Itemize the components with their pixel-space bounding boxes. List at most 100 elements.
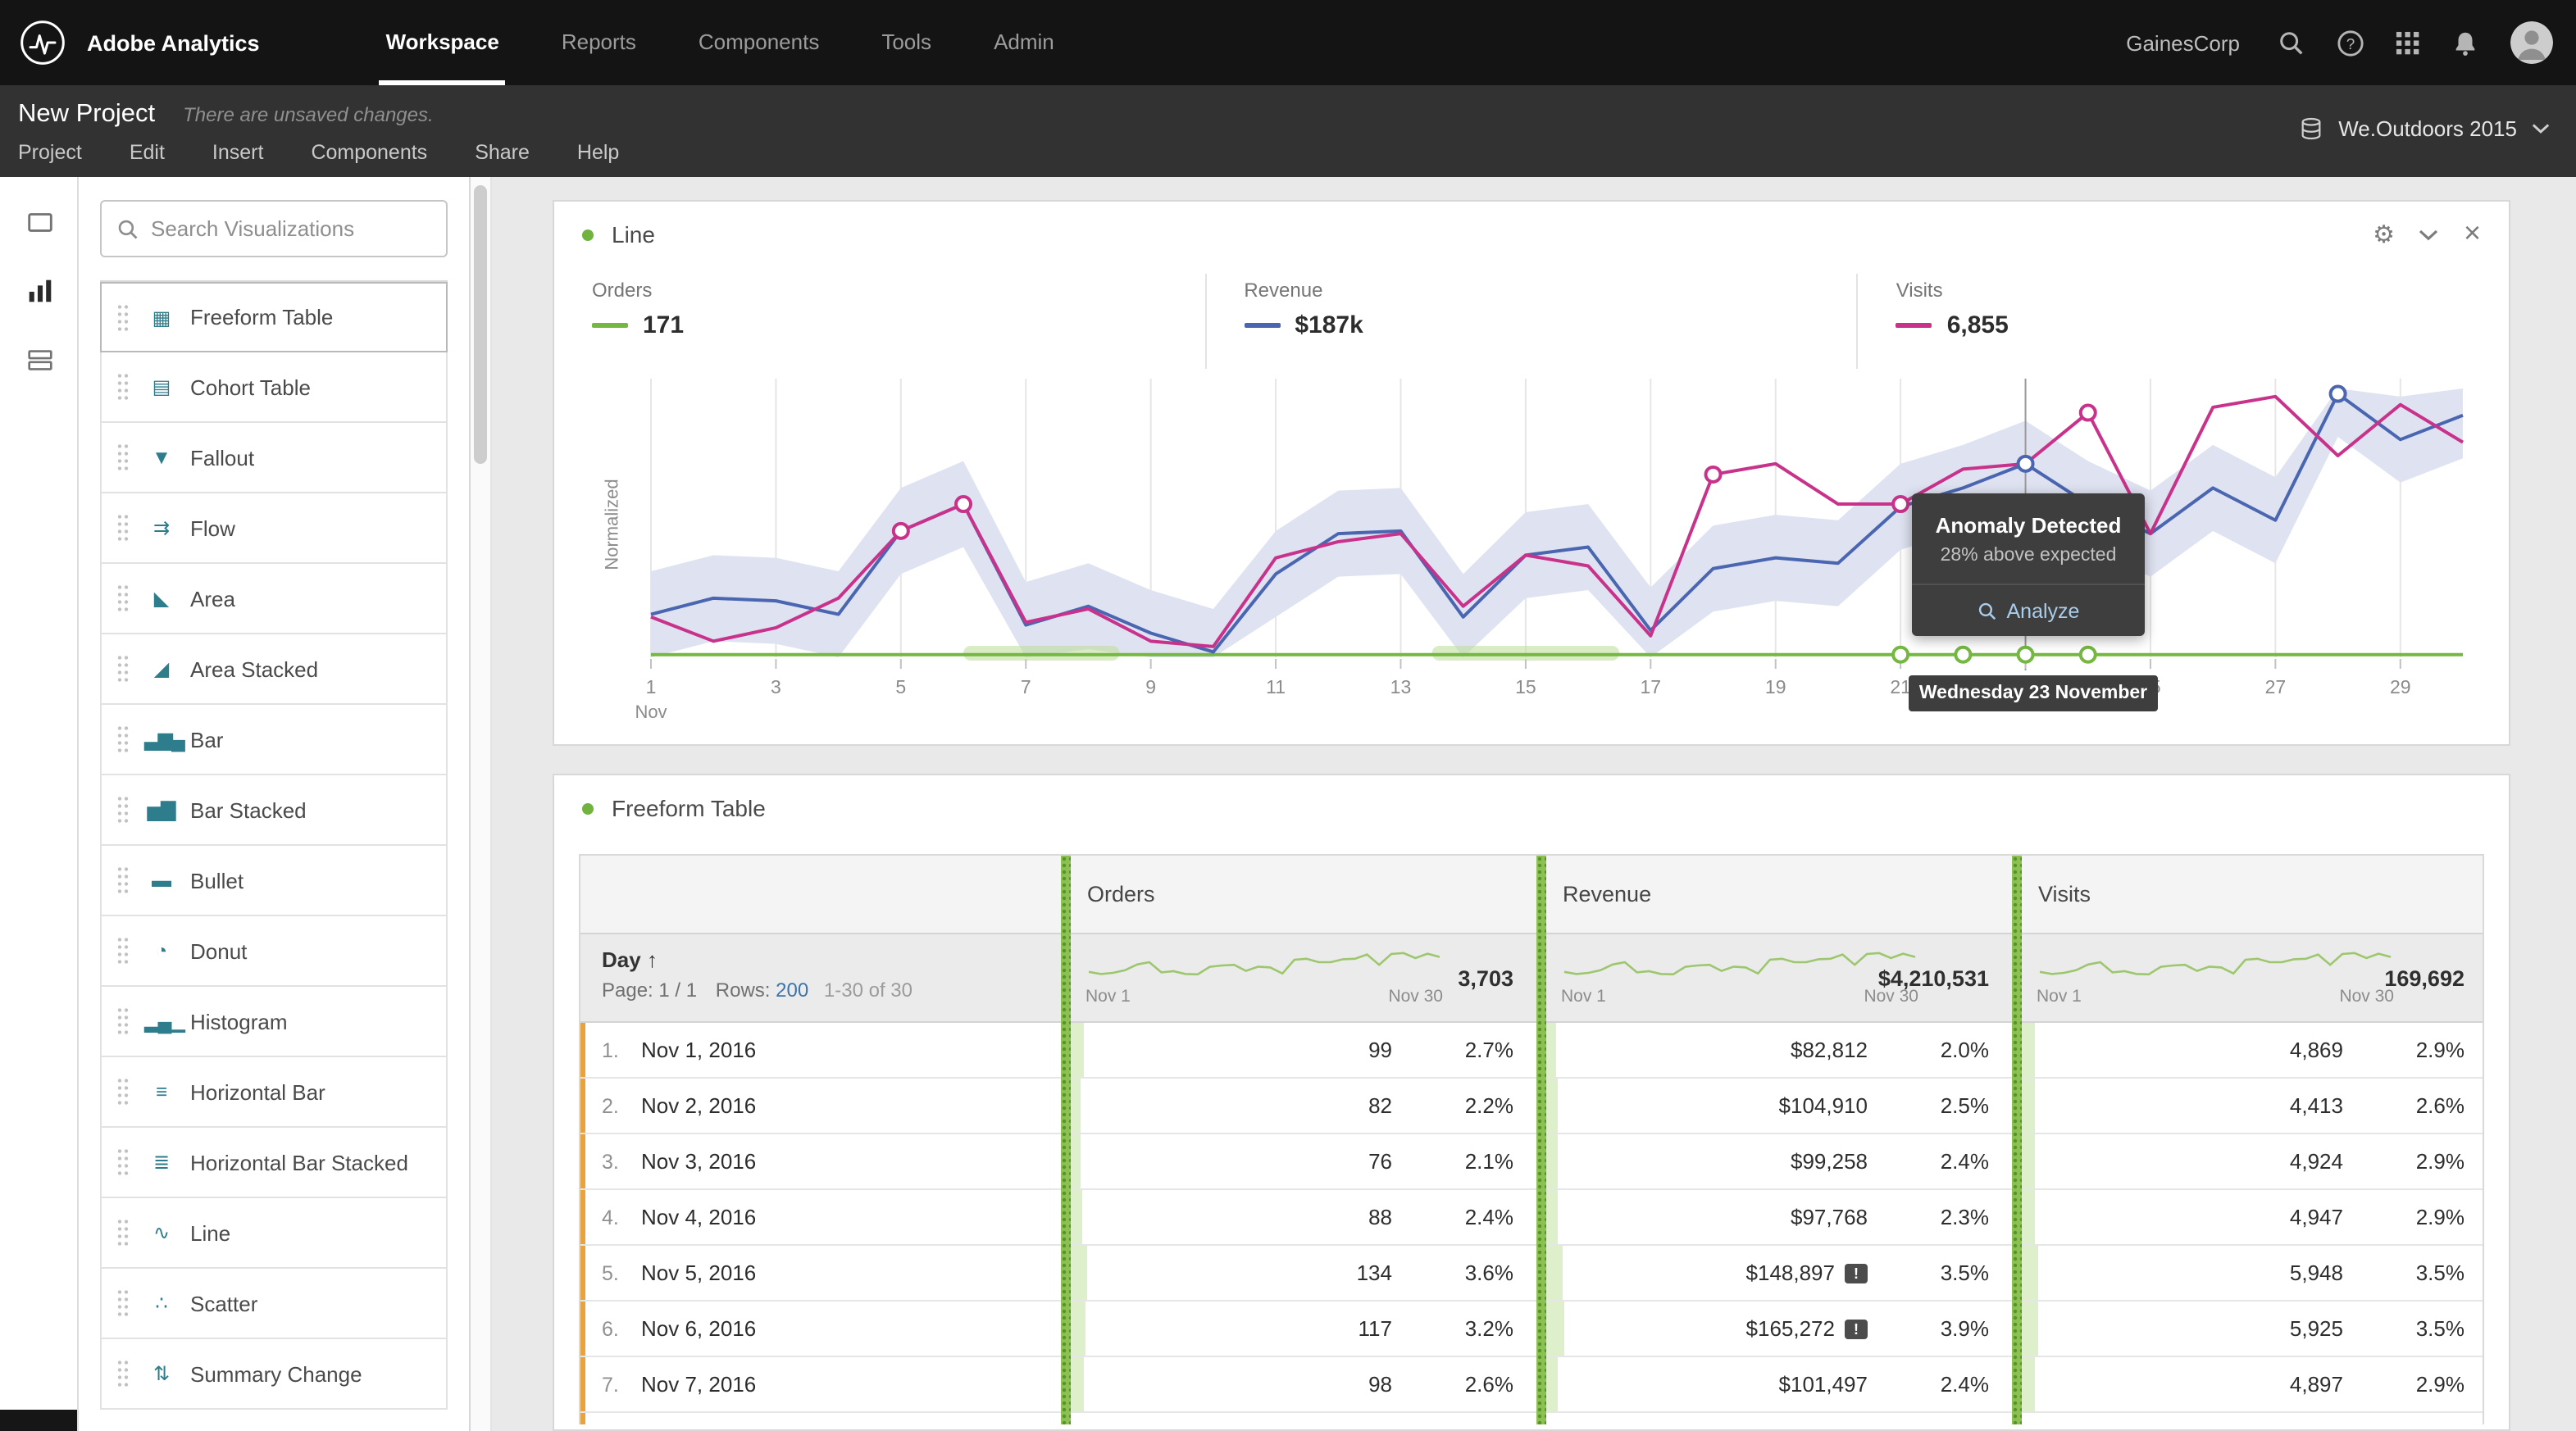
day-cell[interactable]: 5. Nov 5, 2016 <box>580 1246 1061 1300</box>
table-row[interactable]: 2. Nov 2, 2016 82 2.2% $104,910 2.5% 4,413 2.6% <box>580 1079 2483 1134</box>
viz-search-input[interactable] <box>151 216 421 241</box>
viz-item-horizontal-bar[interactable]: ≡ Horizontal Bar <box>100 1057 448 1128</box>
chevron-down-icon <box>2532 124 2550 134</box>
menu-project[interactable]: Project <box>18 141 82 164</box>
menu-edit[interactable]: Edit <box>130 141 165 164</box>
viz-item-line[interactable]: ∿ Line <box>100 1198 448 1269</box>
line-chart[interactable] <box>644 379 2469 670</box>
close-icon[interactable]: × <box>2464 218 2481 248</box>
viz-item-area-stacked[interactable]: ◢ Area Stacked <box>100 634 448 705</box>
viz-item-donut[interactable]: ◔ Donut <box>100 916 448 987</box>
apps-grid-icon[interactable] <box>2396 30 2420 55</box>
cell-visits[interactable]: 4,413 2.6% <box>2012 1079 2487 1133</box>
column-drag-handle-orders[interactable] <box>1061 856 1071 1424</box>
anomaly-note-icon[interactable]: ! <box>1845 1263 1868 1283</box>
gear-icon[interactable]: ⚙ <box>2373 222 2395 247</box>
cell-orders[interactable]: 117 3.2% <box>1061 1302 1536 1356</box>
day-cell[interactable]: 4. Nov 4, 2016 <box>580 1190 1061 1244</box>
cell-orders[interactable]: 99 2.7% <box>1061 1023 1536 1077</box>
anomaly-note-icon[interactable]: ! <box>1845 1319 1868 1338</box>
components-rail-icon[interactable] <box>0 334 79 384</box>
panel-scrollbar[interactable] <box>471 177 492 1431</box>
cell-orders[interactable]: 82 2.2% <box>1061 1079 1536 1133</box>
cell-orders[interactable]: 76 2.1% <box>1061 1134 1536 1188</box>
cell-revenue[interactable]: $82,812 2.0% <box>1536 1023 2012 1077</box>
help-icon[interactable]: ? <box>2337 29 2364 57</box>
rows-count-link[interactable]: 200 <box>776 979 808 1002</box>
avatar[interactable] <box>2510 21 2553 64</box>
cell-visits[interactable]: 4,897 2.9% <box>2012 1357 2487 1411</box>
menu-share[interactable]: Share <box>475 141 530 164</box>
cell-revenue-percent: 2.3% <box>1940 1205 1989 1229</box>
legend-orders[interactable]: Orders 171 <box>554 274 1204 369</box>
viz-item-cohort-table[interactable]: ▤ Cohort Table <box>100 352 448 423</box>
viz-item-bar-stacked[interactable]: ▅▇ Bar Stacked <box>100 775 448 846</box>
bar-icon: ▃▆▄ <box>144 728 185 751</box>
report-suite-selector[interactable]: We.Outdoors 2015 <box>2299 116 2550 141</box>
cell-orders[interactable]: 134 3.6% <box>1061 1246 1536 1300</box>
viz-item-horizontal-bar-stacked[interactable]: ≣ Horizontal Bar Stacked <box>100 1128 448 1198</box>
table-row[interactable]: 7. Nov 7, 2016 98 2.6% $101,497 2.4% 4,897 2.9% <box>580 1357 2483 1413</box>
nav-item-reports[interactable]: Reports <box>530 0 667 85</box>
visualizations-rail-icon[interactable] <box>0 266 79 315</box>
cell-orders[interactable]: 98 2.6% <box>1061 1357 1536 1411</box>
column-drag-handle-visits[interactable] <box>2012 856 2022 1424</box>
legend-visits[interactable]: Visits 6,855 <box>1856 274 2509 369</box>
viz-item-histogram[interactable]: ▂▄▁ Histogram <box>100 987 448 1057</box>
legend-revenue[interactable]: Revenue $187k <box>1204 274 1856 369</box>
table-row[interactable]: 5. Nov 5, 2016 134 3.6% $148,897! 3.5% 5,948 3.… <box>580 1246 2483 1302</box>
viz-item-scatter[interactable]: ∴ Scatter <box>100 1269 448 1339</box>
legend-metric-name: Orders <box>592 279 653 302</box>
day-cell[interactable]: 1. Nov 1, 2016 <box>580 1023 1061 1077</box>
notifications-icon[interactable] <box>2451 29 2479 57</box>
menu-help[interactable]: Help <box>577 141 619 164</box>
cell-revenue[interactable]: $148,897! 3.5% <box>1536 1246 2012 1300</box>
cell-visits[interactable]: 5,925 3.5% <box>2012 1302 2487 1356</box>
cell-visits[interactable]: 4,924 2.9% <box>2012 1134 2487 1188</box>
scrollbar-thumb[interactable] <box>474 185 487 464</box>
column-drag-handle-revenue[interactable] <box>1536 856 1546 1424</box>
nav-item-tools[interactable]: Tools <box>850 0 963 85</box>
panel-title: Line <box>612 221 655 248</box>
search-icon[interactable] <box>2278 29 2305 57</box>
viz-item-bullet[interactable]: ▬ Bullet <box>100 846 448 916</box>
day-cell[interactable]: 6. Nov 6, 2016 <box>580 1302 1061 1356</box>
workspace-canvas: Line ⚙ × Orders 171 Revenue $187k Visits 6,85… <box>492 177 2576 1431</box>
nav-item-components[interactable]: Components <box>667 0 850 85</box>
dimension-label[interactable]: Day <box>602 947 641 972</box>
cell-revenue[interactable]: $97,768 2.3% <box>1536 1190 2012 1244</box>
day-cell[interactable]: 7. Nov 7, 2016 <box>580 1357 1061 1411</box>
cell-revenue[interactable]: $101,497 2.4% <box>1536 1357 2012 1411</box>
sort-ascending-icon[interactable]: ↑ <box>647 947 658 972</box>
table-row[interactable]: 4. Nov 4, 2016 88 2.4% $97,768 2.3% 4,947 2.9% <box>580 1190 2483 1246</box>
column-header-orders[interactable]: Orders <box>1061 856 1536 933</box>
nav-item-workspace[interactable]: Workspace <box>355 0 530 85</box>
menu-insert[interactable]: Insert <box>212 141 264 164</box>
viz-item-flow[interactable]: ⇉ Flow <box>100 493 448 564</box>
viz-item-area[interactable]: ◣ Area <box>100 564 448 634</box>
viz-item-freeform-table[interactable]: ▦ Freeform Table <box>100 282 448 352</box>
menu-components[interactable]: Components <box>311 141 427 164</box>
day-cell[interactable]: 2. Nov 2, 2016 <box>580 1079 1061 1133</box>
table-row[interactable]: 6. Nov 6, 2016 117 3.2% $165,272! 3.9% 5,925 3.… <box>580 1302 2483 1357</box>
viz-item-bar[interactable]: ▃▆▄ Bar <box>100 705 448 775</box>
analyze-button[interactable]: Analyze <box>1912 585 2145 636</box>
nav-item-admin[interactable]: Admin <box>963 0 1085 85</box>
viz-item-fallout[interactable]: ▼ Fallout <box>100 423 448 493</box>
cell-visits[interactable]: 5,948 3.5% <box>2012 1246 2487 1300</box>
column-header-revenue[interactable]: Revenue <box>1536 856 2012 933</box>
table-row[interactable]: 1. Nov 1, 2016 99 2.7% $82,812 2.0% 4,869 2.9% <box>580 1023 2483 1079</box>
cell-revenue[interactable]: $99,258 2.4% <box>1536 1134 2012 1188</box>
cell-orders[interactable]: 88 2.4% <box>1061 1190 1536 1244</box>
cell-revenue-value: $148,897! <box>1536 1261 1868 1285</box>
panels-rail-icon[interactable] <box>0 197 79 246</box>
cell-visits[interactable]: 4,947 2.9% <box>2012 1190 2487 1244</box>
cell-revenue[interactable]: $165,272! 3.9% <box>1536 1302 2012 1356</box>
day-cell[interactable]: 3. Nov 3, 2016 <box>580 1134 1061 1188</box>
cell-visits[interactable]: 4,869 2.9% <box>2012 1023 2487 1077</box>
viz-item-summary-change[interactable]: ⇅ Summary Change <box>100 1339 448 1410</box>
cell-revenue[interactable]: $104,910 2.5% <box>1536 1079 2012 1133</box>
collapse-chevron-icon[interactable] <box>2419 229 2439 240</box>
table-row[interactable]: 3. Nov 3, 2016 76 2.1% $99,258 2.4% 4,924 2.9% <box>580 1134 2483 1190</box>
column-header-visits[interactable]: Visits <box>2012 856 2487 933</box>
